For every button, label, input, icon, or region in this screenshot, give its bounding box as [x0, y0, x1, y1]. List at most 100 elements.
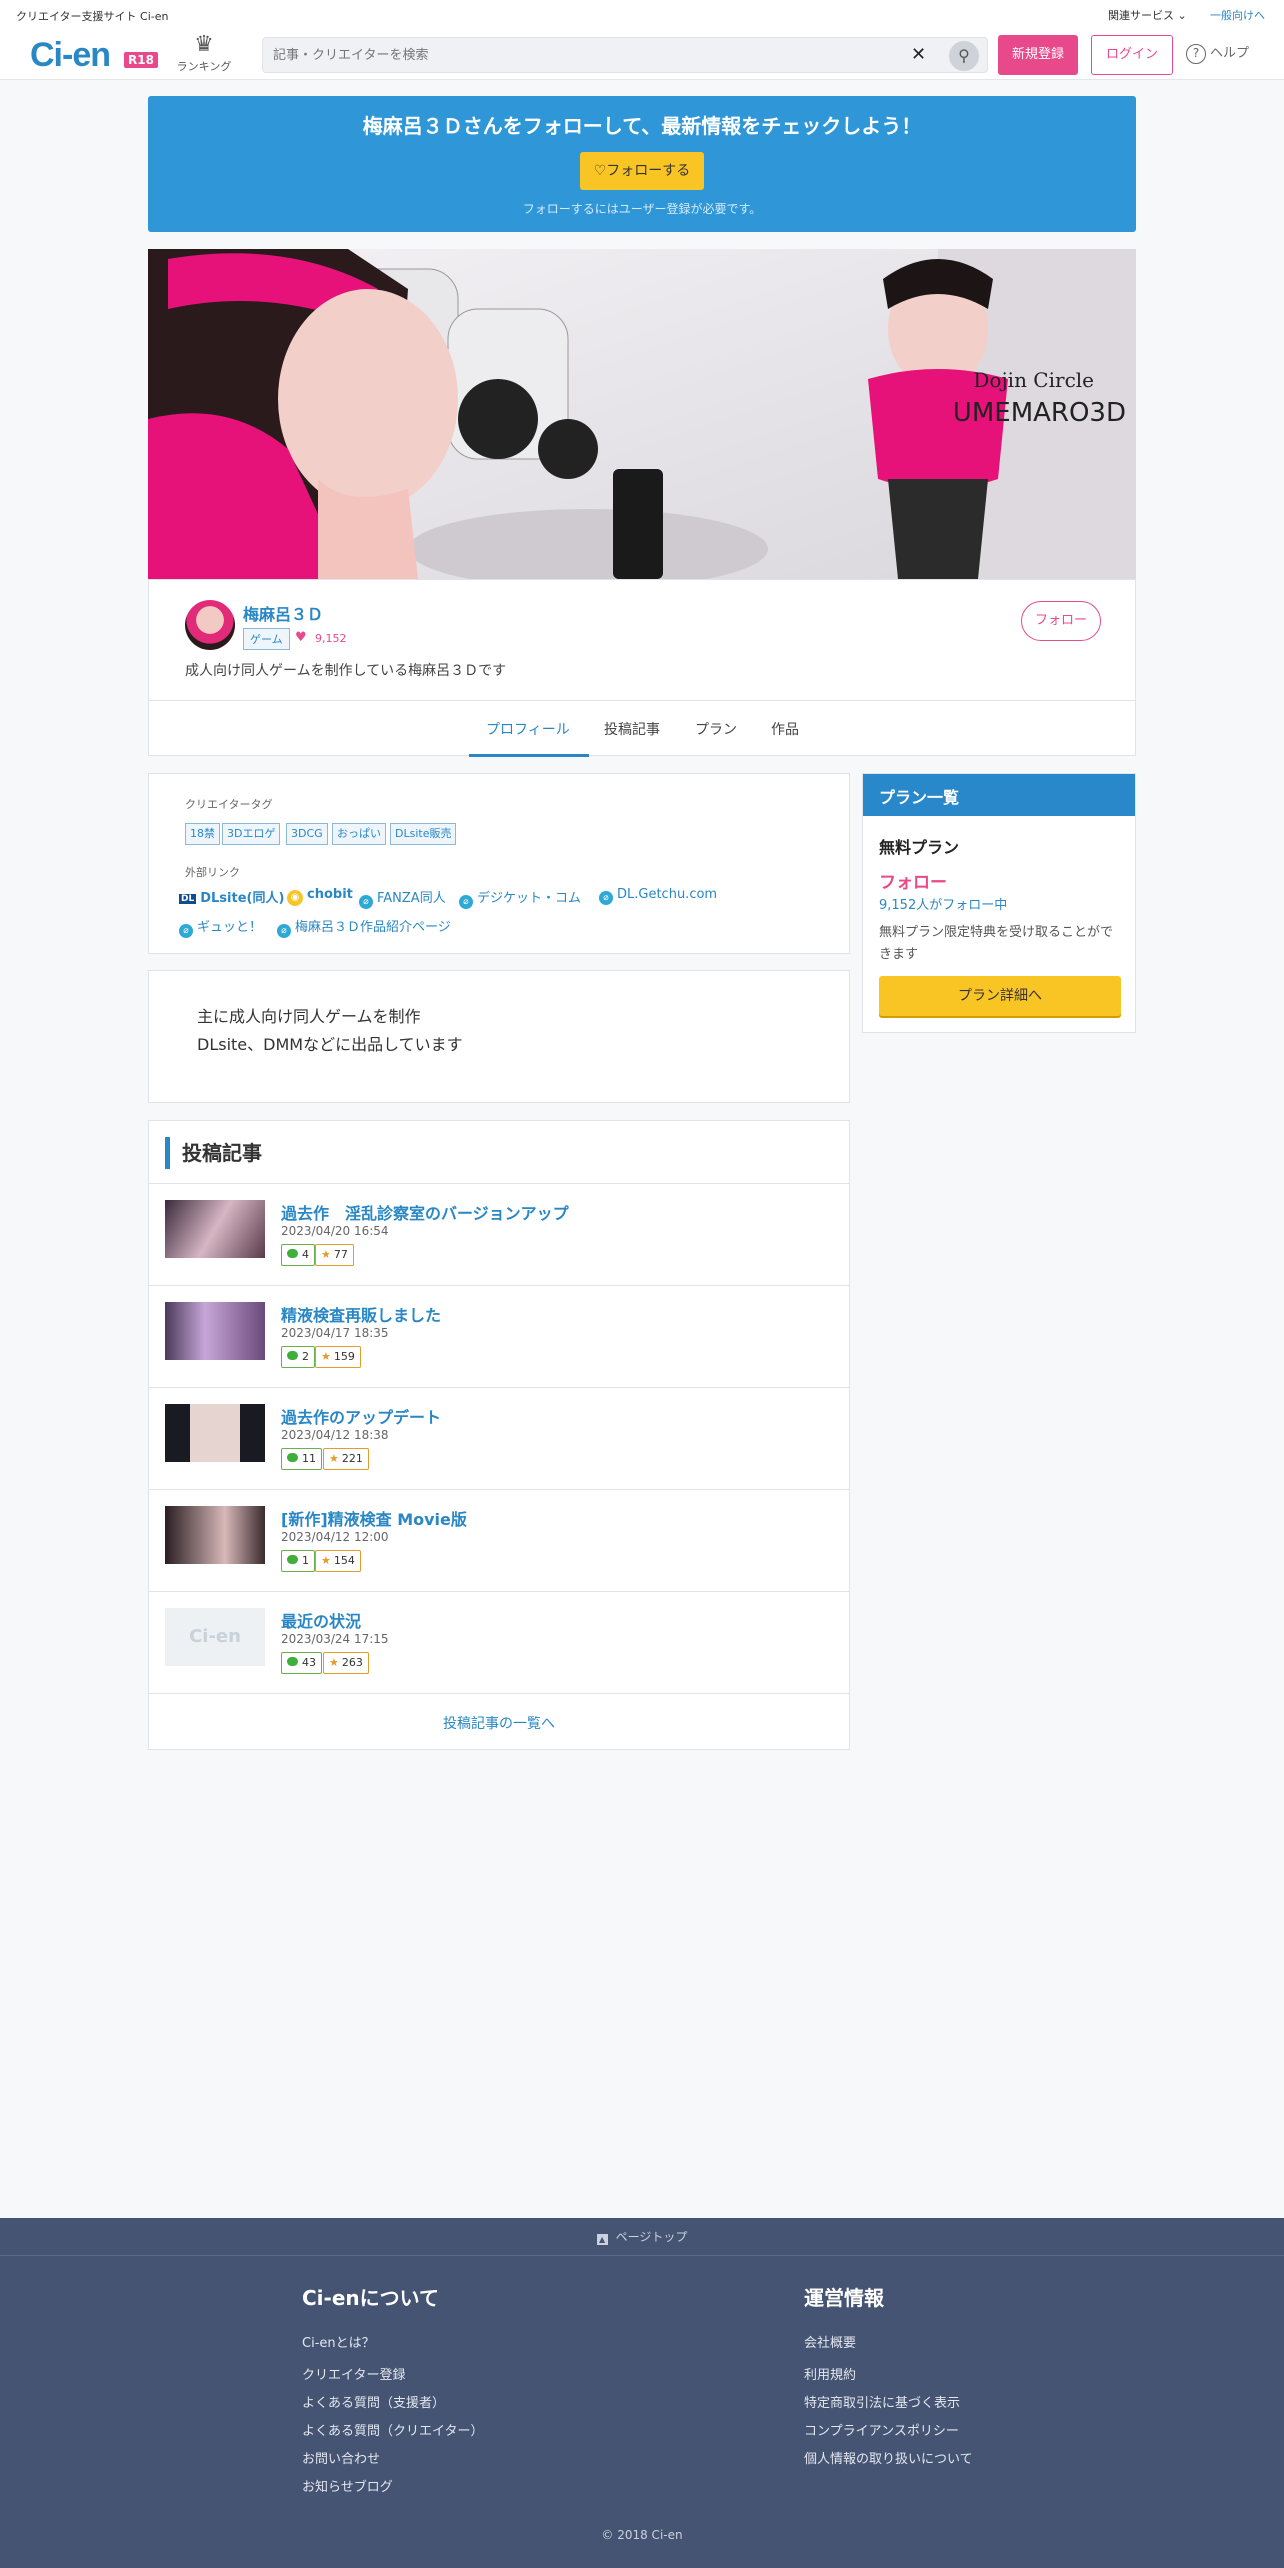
external-link-works-page[interactable]: ⌀ 梅麻呂３Ｄ作品紹介ページ — [277, 916, 451, 938]
creator-tag[interactable]: おっぱい — [332, 823, 386, 845]
general-site-link[interactable]: 一般向けへ — [1210, 7, 1265, 23]
register-button[interactable]: 新規登録 — [998, 35, 1078, 75]
comment-count: 43 — [281, 1652, 322, 1674]
creator-tag[interactable]: 3Dエロゲ — [222, 823, 281, 845]
post-thumbnail[interactable] — [165, 1404, 265, 1462]
page-top-link[interactable]: ▲ ページトップ — [0, 2218, 1284, 2256]
plan-detail-button[interactable]: プラン詳細へ — [879, 976, 1121, 1016]
creator-tag[interactable]: 3DCG — [286, 823, 328, 845]
external-link-gyutto[interactable]: ⌀ ギュッと！ — [179, 916, 262, 938]
link-icon: ⌀ — [277, 924, 291, 938]
page-top-label: ページトップ — [615, 2230, 688, 2244]
post-thumbnail[interactable] — [165, 1200, 265, 1258]
comment-icon — [287, 1453, 298, 1462]
creator-tag[interactable]: 18禁 — [185, 823, 220, 845]
tab-plans[interactable]: プラン — [695, 719, 737, 739]
comment-count-value: 2 — [302, 1350, 309, 1363]
like-count: ★ 154 — [315, 1550, 361, 1572]
list-item[interactable]: Ci-en 最近の状況 2023/03/24 17:15 43 ★ 263 — [149, 1591, 849, 1693]
divider — [149, 1693, 849, 1694]
footer-link[interactable]: お知らせブログ — [302, 2476, 393, 2495]
list-item[interactable]: 過去作 淫乱診察室のバージョンアップ 2023/04/20 16:54 4 ★ 7… — [149, 1183, 849, 1285]
comment-count: 4 — [281, 1244, 315, 1266]
post-title[interactable]: 最近の状況 — [281, 1608, 361, 1632]
ranking-label: ランキング — [176, 60, 232, 73]
circle-label: Dojin Circle — [973, 368, 1094, 392]
follow-banner-button[interactable]: ♡フォローする — [580, 152, 704, 190]
comment-count: 11 — [281, 1448, 322, 1470]
avatar — [185, 600, 235, 650]
tab-profile[interactable]: プロフィール — [486, 719, 570, 739]
search-input[interactable] — [273, 38, 893, 72]
like-count: ★ 159 — [315, 1346, 361, 1368]
post-title[interactable]: 過去作のアップデート — [281, 1404, 441, 1428]
footer-link[interactable]: よくある質問（クリエイター） — [302, 2420, 483, 2439]
tab-works[interactable]: 作品 — [771, 719, 799, 739]
post-thumbnail[interactable]: Ci-en — [165, 1608, 265, 1666]
ranking-link[interactable]: ♛ ランキング — [176, 32, 232, 74]
link-icon: ⌀ — [179, 924, 193, 938]
tab-posts[interactable]: 投稿記事 — [604, 719, 660, 739]
creator-tags-label: クリエイタータグ — [185, 798, 273, 811]
like-count-value: 221 — [341, 1452, 363, 1465]
footer-link[interactable]: 特定商取引法に基づく表示 — [804, 2392, 960, 2411]
r18-badge: R18 — [124, 52, 158, 68]
footer-link[interactable]: お問い合わせ — [302, 2448, 380, 2467]
profile-tabs: プロフィール 投稿記事 プラン 作品 — [149, 700, 1135, 757]
comment-count-value: 1 — [302, 1554, 309, 1567]
comment-icon — [287, 1555, 298, 1564]
star-icon: ★ — [321, 1554, 331, 1567]
genre-tag[interactable]: ゲーム — [243, 628, 290, 650]
footer-link[interactable]: よくある質問（支援者） — [302, 2392, 445, 2411]
post-thumbnail[interactable] — [165, 1506, 265, 1564]
creator-name[interactable]: 梅麻呂３Ｄ — [243, 601, 323, 625]
footer-link[interactable]: 利用規約 — [804, 2364, 856, 2383]
chevron-down-icon: ⌄ — [1177, 9, 1187, 22]
search-icon[interactable]: ⚲ — [949, 41, 979, 71]
follow-button[interactable]: フォロー — [1021, 601, 1101, 641]
like-count-value: 77 — [333, 1248, 348, 1261]
star-icon: ★ — [329, 1452, 339, 1465]
chobit-icon: ◉ — [287, 890, 303, 906]
footer-link[interactable]: Ci-enとは？ — [302, 2332, 375, 2351]
footer-link[interactable]: 会社概要 — [804, 2332, 856, 2351]
circle-name: UMEMARO3D — [953, 398, 1126, 428]
list-item[interactable]: 精液検査再販しました 2023/04/17 18:35 2 ★ 159 — [149, 1285, 849, 1387]
login-button[interactable]: ログイン — [1091, 35, 1173, 75]
help-link[interactable]: ? ヘルプ — [1186, 42, 1249, 64]
external-link-label: DL.Getchu.com — [617, 887, 718, 902]
footer-link[interactable]: クリエイター登録 — [302, 2364, 405, 2383]
posts-heading: 投稿記事 — [165, 1137, 262, 1169]
creator-tag[interactable]: DLsite販売 — [390, 823, 457, 845]
external-link-digiket[interactable]: ⌀ デジケット・コム — [459, 887, 581, 909]
list-item[interactable]: [新作]精液検査 Movie版 2023/04/12 12:00 1 ★ 154 — [149, 1489, 849, 1591]
intro-line: DLsite、DMMなどに出品しています — [197, 1035, 463, 1054]
comment-icon — [287, 1657, 298, 1666]
cover-illustration: Dojin Circle UMEMARO3D — [148, 249, 1136, 579]
cover-image: Dojin Circle UMEMARO3D — [148, 249, 1136, 579]
comment-count: 2 — [281, 1346, 315, 1368]
help-icon: ? — [1186, 44, 1206, 64]
footer-link[interactable]: コンプライアンスポリシー — [804, 2420, 959, 2439]
posts-more-link[interactable]: 投稿記事の一覧へ — [149, 1713, 849, 1733]
post-title[interactable]: 精液検査再販しました — [281, 1302, 441, 1326]
footer-link[interactable]: 個人情報の取り扱いについて — [804, 2448, 973, 2467]
close-icon[interactable]: ✕ — [911, 44, 926, 65]
list-item[interactable]: 過去作のアップデート 2023/04/12 18:38 11 ★ 221 — [149, 1387, 849, 1489]
logo[interactable]: Ci-en — [30, 36, 111, 75]
star-icon: ★ — [321, 1248, 331, 1261]
external-link-chobit[interactable]: ◉ chobit — [287, 887, 353, 906]
post-thumbnail[interactable] — [165, 1302, 265, 1360]
plan-card: プラン一覧 無料プラン フォロー 9,152人がフォロー中 無料プラン限定特典を… — [862, 773, 1136, 1033]
plan-header: プラン一覧 — [863, 774, 1135, 816]
external-link-dlsite[interactable]: DL DLsite(同人) — [179, 887, 284, 906]
post-title[interactable]: [新作]精液検査 Movie版 — [281, 1506, 467, 1530]
external-link-getchu[interactable]: ⌀ DL.Getchu.com — [599, 887, 717, 905]
external-links-label: 外部リンク — [185, 866, 240, 879]
footer: ▲ ページトップ Ci-enについて Ci-enとは？ クリエイター登録 よくある… — [0, 2218, 1284, 2568]
like-count-value: 263 — [341, 1656, 363, 1669]
post-title[interactable]: 過去作 淫乱診察室のバージョンアップ — [281, 1200, 569, 1224]
related-services-menu[interactable]: 関連サービス ⌄ — [1108, 7, 1187, 23]
external-link-fanza[interactable]: ⌀ FANZA同人 — [359, 887, 446, 909]
like-count-value: 154 — [333, 1554, 355, 1567]
